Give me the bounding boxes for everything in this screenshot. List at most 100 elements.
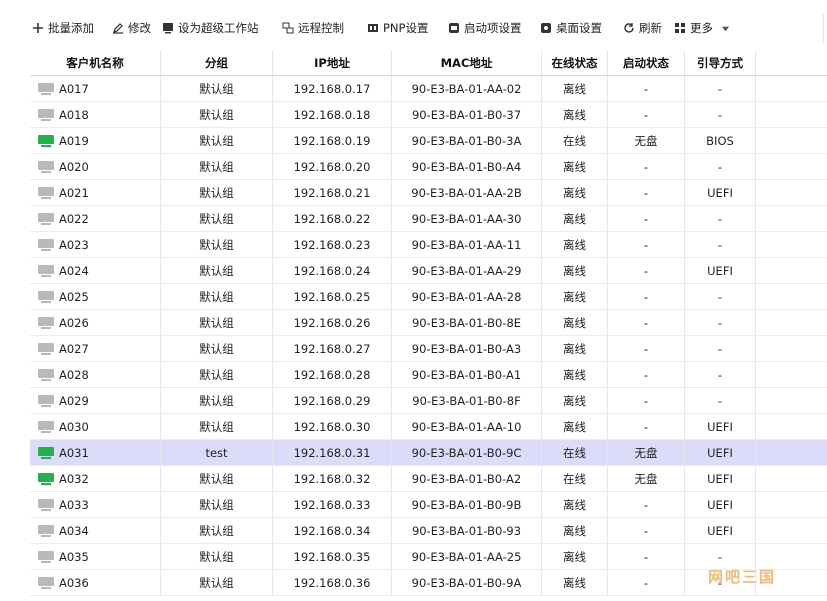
boot-status-cell: - [608,284,685,309]
ip-cell: 192.168.0.25 [273,284,392,309]
boot-mode-cell: - [685,310,756,335]
table-row[interactable]: A024 默认组 192.168.0.24 90-E3-BA-01-AA-29 离线 - U… [30,258,827,284]
boot-status-cell: - [608,76,685,101]
mac-cell: 90-E3-BA-01-B0-A2 [392,466,542,491]
edit-button[interactable]: 修改 [112,18,151,38]
boot-status-cell: - [608,492,685,517]
refresh-label: 刷新 [639,21,662,35]
table-row[interactable]: A018 默认组 192.168.0.18 90-E3-BA-01-B0-37 离线 - - [30,102,827,128]
startup-settings-label: 启动项设置 [464,21,522,35]
refresh-button[interactable]: 刷新 [623,18,662,38]
client-name: A018 [59,107,89,122]
table-row[interactable]: A026 默认组 192.168.0.26 90-E3-BA-01-B0-8E 离线 - - [30,310,827,336]
batch-add-button[interactable]: 批量添加 [32,18,94,38]
ip-cell: 192.168.0.36 [273,570,392,595]
ip-cell: 192.168.0.23 [273,232,392,257]
mac-cell: 90-E3-BA-01-AA-02 [392,76,542,101]
table-row[interactable]: A034 默认组 192.168.0.34 90-E3-BA-01-B0-93 离线 - U… [30,518,827,544]
desktop-icon [541,23,551,33]
watermark-logo: 网吧三国 [708,568,777,586]
group-cell: 默认组 [161,544,273,569]
client-name: A024 [59,263,89,278]
ip-cell: 192.168.0.27 [273,336,392,361]
table-row[interactable]: A019 默认组 192.168.0.19 90-E3-BA-01-B0-3A 在线 无盘… [30,128,827,154]
column-header-online[interactable]: 在线状态 [542,50,608,75]
ip-cell: 192.168.0.31 [273,440,392,465]
mac-cell: 90-E3-BA-01-B0-8F [392,388,542,413]
mac-cell: 90-E3-BA-01-B0-A4 [392,154,542,179]
remote-icon [282,22,294,34]
filler-cell [756,518,827,543]
monitor-offline-icon [38,576,54,589]
boot-status-cell: - [608,336,685,361]
mac-cell: 90-E3-BA-01-B0-A1 [392,362,542,387]
table-row[interactable]: A025 默认组 192.168.0.25 90-E3-BA-01-AA-28 离线 - - [30,284,827,310]
table-row[interactable]: A023 默认组 192.168.0.23 90-E3-BA-01-AA-11 离线 - - [30,232,827,258]
table-row[interactable]: A017 默认组 192.168.0.17 90-E3-BA-01-AA-02 离线 - - [30,76,827,102]
mac-cell: 90-E3-BA-01-B0-8E [392,310,542,335]
table-row[interactable]: A028 默认组 192.168.0.28 90-E3-BA-01-B0-A1 离线 - - [30,362,827,388]
boot-mode-cell: UEFI [685,258,756,283]
boot-mode-cell: UEFI [685,466,756,491]
boot-status-cell: 无盘 [608,440,685,465]
more-button[interactable]: 更多 [674,18,730,38]
group-cell: test [161,440,273,465]
ip-cell: 192.168.0.34 [273,518,392,543]
filler-cell [756,154,827,179]
startup-settings-button[interactable]: 启动项设置 [448,18,522,38]
table-row[interactable]: A033 默认组 192.168.0.33 90-E3-BA-01-B0-9B 离线 - U… [30,492,827,518]
table-row[interactable]: A029 默认组 192.168.0.29 90-E3-BA-01-B0-8F 离线 - - [30,388,827,414]
group-cell: 默认组 [161,336,273,361]
online-status-cell: 离线 [542,570,608,595]
table-row[interactable]: A030 默认组 192.168.0.30 90-E3-BA-01-AA-10 离线 - U… [30,414,827,440]
monitor-offline-icon [38,160,54,173]
ip-cell: 192.168.0.32 [273,466,392,491]
table-row[interactable]: A031 test 192.168.0.31 90-E3-BA-01-B0-9C 在线无… [30,440,827,466]
column-header-mac[interactable]: MAC地址 [392,50,542,75]
table-row[interactable]: A022 默认组 192.168.0.22 90-E3-BA-01-AA-30 离线 - - [30,206,827,232]
mac-cell: 90-E3-BA-01-AA-28 [392,284,542,309]
pnp-icon [368,24,378,32]
group-cell: 默认组 [161,232,273,257]
table-row[interactable]: A021 默认组 192.168.0.21 90-E3-BA-01-AA-2B 离线 - U… [30,180,827,206]
ip-cell: 192.168.0.21 [273,180,392,205]
table-row[interactable]: A027 默认组 192.168.0.27 90-E3-BA-01-B0-A3 离线 - - [30,336,827,362]
boot-mode-cell: - [685,102,756,127]
table-row[interactable]: A020 默认组 192.168.0.20 90-E3-BA-01-B0-A4 离线 - - [30,154,827,180]
column-header-ip[interactable]: IP地址 [273,50,392,75]
filler-cell [756,466,827,491]
boot-status-cell: - [608,180,685,205]
refresh-icon [624,23,634,33]
boot-mode-cell: - [685,284,756,309]
remote-control-label: 远程控制 [298,21,344,35]
column-header-guide[interactable]: 引导方式 [685,50,756,75]
filler-cell [756,492,827,517]
column-header-boot[interactable]: 启动状态 [608,50,685,75]
desktop-settings-button[interactable]: 桌面设置 [540,18,602,38]
set-super-label: 设为超级工作站 [178,21,259,35]
column-header-group[interactable]: 分组 [161,50,273,75]
boot-mode-cell: - [685,154,756,179]
online-status-cell: 离线 [542,544,608,569]
monitor-offline-icon [38,186,54,199]
online-status-cell: 在线 [542,128,608,153]
boot-status-cell: - [608,388,685,413]
filler-cell [756,180,827,205]
mac-cell: 90-E3-BA-01-AA-30 [392,206,542,231]
client-name-cell: A024 [30,258,161,283]
filler-cell [756,102,827,127]
client-name: A031 [59,445,89,460]
set-super-workstation-button[interactable]: 设为超级工作站 [162,18,259,38]
filler-cell [756,362,827,387]
pnp-settings-button[interactable]: PNP设置 [367,18,428,38]
column-header-name[interactable]: 客户机名称 [30,50,161,75]
ip-cell: 192.168.0.30 [273,414,392,439]
ip-cell: 192.168.0.19 [273,128,392,153]
grid-icon [675,23,685,33]
table-row[interactable]: A032 默认组 192.168.0.32 90-E3-BA-01-B0-A2 在线 无盘… [30,466,827,492]
ip-cell: 192.168.0.22 [273,206,392,231]
client-name-cell: A030 [30,414,161,439]
remote-control-button[interactable]: 远程控制 [282,18,344,38]
boot-status-cell: - [608,232,685,257]
online-status-cell: 离线 [542,310,608,335]
